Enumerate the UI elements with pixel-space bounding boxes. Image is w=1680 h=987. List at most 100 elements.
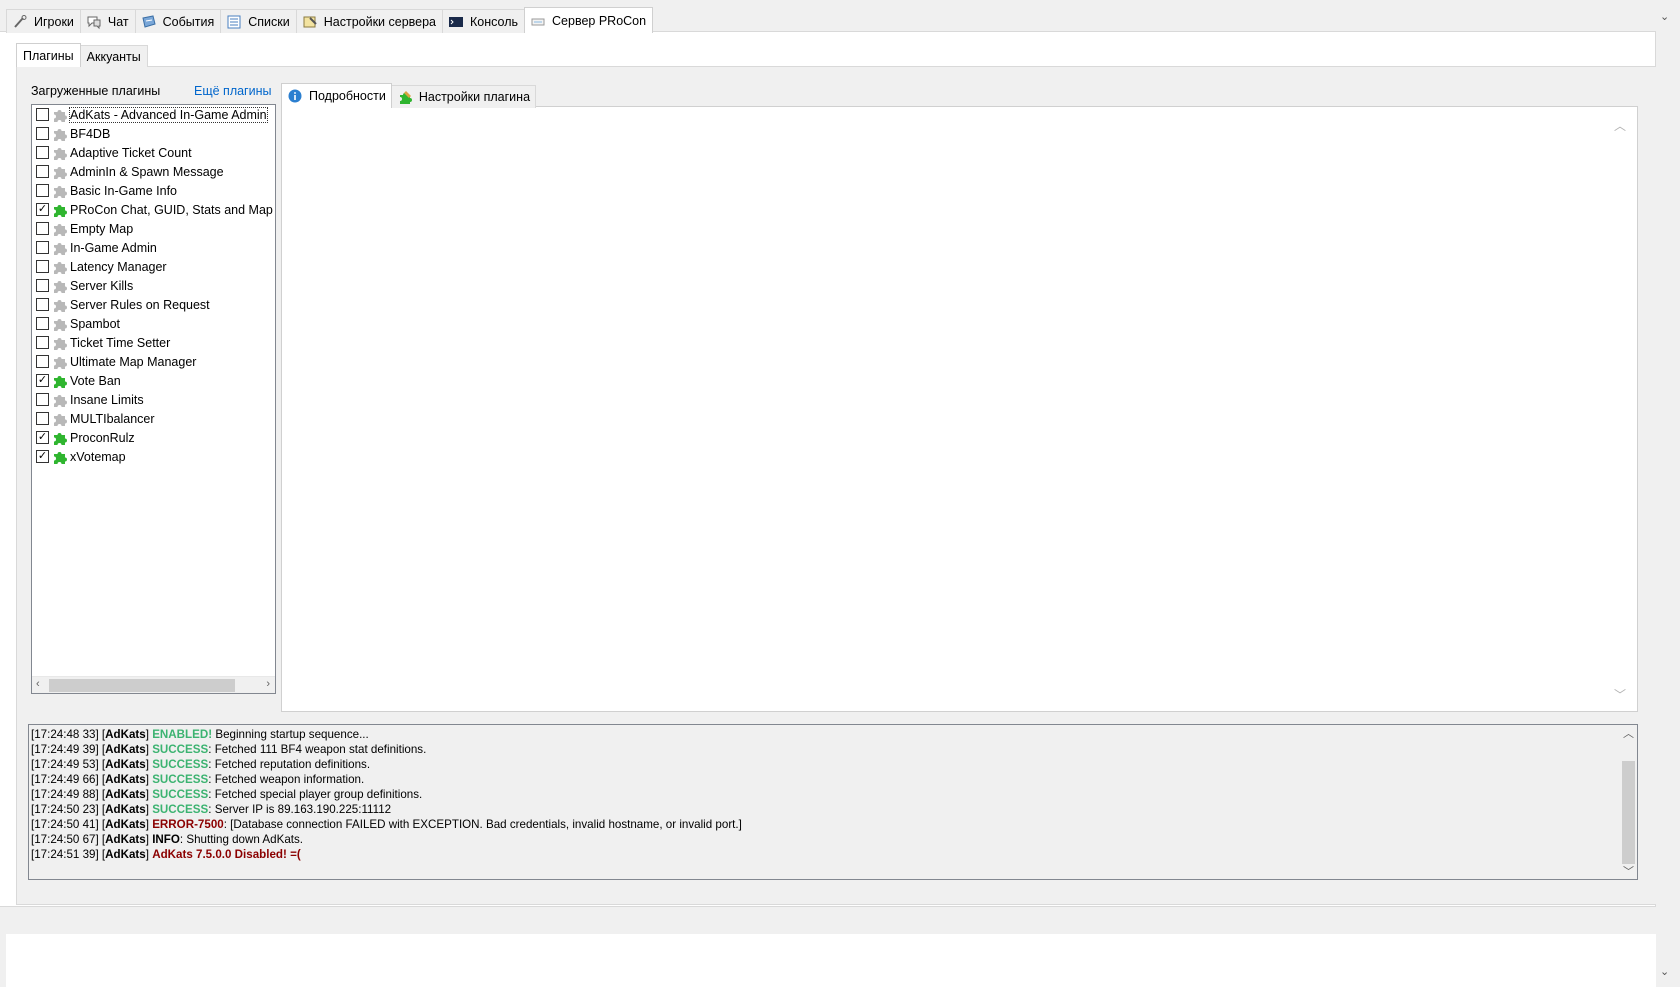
plugin-enable-checkbox[interactable]	[36, 146, 49, 159]
plugin-list-item[interactable]: Latency Manager	[32, 257, 275, 276]
plugin-label: BF4DB	[70, 126, 111, 141]
log-timestamp: [17:24:50 41]	[31, 818, 99, 831]
puzzle-icon	[52, 278, 70, 294]
events-icon	[141, 14, 157, 30]
tab-procon-server[interactable]: Сервер PRoCon	[524, 7, 654, 33]
plugin-label: MULTIbalancer	[70, 411, 155, 426]
log-source: AdKats	[105, 758, 146, 771]
plugin-enable-checkbox[interactable]: ✓	[36, 450, 49, 463]
plugin-enable-checkbox[interactable]	[36, 317, 49, 330]
scrollbar-thumb[interactable]	[49, 679, 235, 692]
plugin-enable-checkbox[interactable]: ✓	[36, 431, 49, 444]
more-plugins-link[interactable]: Ещё плагины	[194, 84, 272, 98]
puzzle-icon	[52, 221, 70, 237]
plugin-list-item[interactable]: AdKats - Advanced In-Game Admin	[32, 105, 275, 124]
log-tag: SUCCESS	[152, 743, 209, 756]
log-timestamp: [17:24:49 88]	[31, 788, 99, 801]
plugin-list-item[interactable]: Basic In-Game Info	[32, 181, 275, 200]
plugin-enable-checkbox[interactable]: ✓	[36, 203, 49, 216]
scroll-right-icon[interactable]: ›	[266, 678, 270, 690]
plugin-enable-checkbox[interactable]	[36, 412, 49, 425]
tab-player[interactable]: Игроки	[6, 9, 81, 33]
plugin-list-item[interactable]: Insane Limits	[32, 390, 275, 409]
plugin-enable-checkbox[interactable]	[36, 260, 49, 273]
lists-icon	[226, 14, 242, 30]
plugin-list[interactable]: AdKats - Advanced In-Game Admin BF4DB Adap…	[31, 104, 276, 694]
plugin-list-item[interactable]: Ultimate Map Manager	[32, 352, 275, 371]
tab-details[interactable]: Подробности	[281, 83, 392, 108]
bottom-panel	[6, 934, 1656, 987]
tab-accounts[interactable]: Аккуанты	[79, 45, 148, 67]
plugin-list-item[interactable]: ✓ Vote Ban	[32, 371, 275, 390]
chevron-up-icon[interactable]: ︿	[1623, 725, 1634, 741]
plugin-list-item[interactable]: Ticket Time Setter	[32, 333, 275, 352]
plugin-enable-checkbox[interactable]	[36, 298, 49, 311]
tab-server-settings[interactable]: Настройки сервера	[295, 9, 444, 33]
tab-lists[interactable]: Списки	[220, 9, 297, 33]
procon-server-icon	[530, 13, 546, 29]
plugin-enable-checkbox[interactable]	[36, 241, 49, 254]
plugin-label: Ticket Time Setter	[70, 335, 171, 350]
plugin-label: Basic In-Game Info	[70, 183, 177, 198]
log-tag: ERROR-7500	[152, 818, 224, 831]
plugin-list-item[interactable]: In-Game Admin	[32, 238, 275, 257]
plugin-list-item[interactable]: Server Kills	[32, 276, 275, 295]
plugin-label: Server Kills	[70, 278, 134, 293]
plugin-enable-checkbox[interactable]	[36, 393, 49, 406]
plugin-enable-checkbox[interactable]	[36, 184, 49, 197]
scroll-left-icon[interactable]: ‹	[36, 678, 40, 690]
chevron-down-icon[interactable]: ⌄	[1660, 10, 1669, 23]
log-source: AdKats	[105, 773, 146, 786]
log-message: : Fetched special player group definitio…	[208, 788, 423, 801]
plugin-list-item[interactable]: Spambot	[32, 314, 275, 333]
tab-plugin-settings[interactable]: Настройки плагина	[390, 85, 537, 108]
plugin-list-item[interactable]: Adaptive Ticket Count	[32, 143, 275, 162]
log-line: [17:24:50 23] [AdKats] SUCCESS: Server I…	[31, 802, 1617, 817]
chevron-down-icon[interactable]: ﹀	[1623, 863, 1634, 879]
log-vertical-scrollbar[interactable]: ︿ ﹀	[1620, 725, 1637, 879]
log-tag: AdKats 7.5.0.0 Disabled! =(	[152, 848, 301, 861]
log-tag: SUCCESS	[152, 773, 209, 786]
plugin-enable-checkbox[interactable]	[36, 355, 49, 368]
puzzle-icon	[52, 449, 70, 465]
plugin-list-item[interactable]: AdminIn & Spawn Message	[32, 162, 275, 181]
tab-events[interactable]: События	[134, 9, 222, 33]
plugin-list-item[interactable]: Server Rules on Request	[32, 295, 275, 314]
plugin-enable-checkbox[interactable]	[36, 222, 49, 235]
puzzle-icon	[52, 316, 70, 332]
plugin-list-item[interactable]: ✓ PRoCon Chat, GUID, Stats and Map Logger	[32, 200, 275, 219]
vertical-scrollbar[interactable]: ︿ ﹀	[1612, 113, 1629, 703]
log-timestamp: [17:24:49 39]	[31, 743, 99, 756]
plugin-enable-checkbox[interactable]	[36, 165, 49, 178]
plugin-list-item[interactable]: ✓ xVotemap	[32, 447, 275, 466]
plugin-enable-checkbox[interactable]	[36, 108, 49, 121]
plugin-list-item[interactable]: MULTIbalancer	[32, 409, 275, 428]
log-line: [17:24:49 39] [AdKats] SUCCESS: Fetched …	[31, 742, 1617, 757]
tab-plugins[interactable]: Плагины	[16, 43, 81, 67]
plugin-enable-checkbox[interactable]	[36, 279, 49, 292]
chevron-down-icon[interactable]: ﹀	[1614, 686, 1626, 703]
puzzle-icon	[52, 240, 70, 256]
plugin-enable-checkbox[interactable]: ✓	[36, 374, 49, 387]
horizontal-scrollbar[interactable]: ‹ ›	[32, 676, 275, 693]
log-message: : Fetched reputation definitions.	[208, 758, 371, 771]
plugin-list-item[interactable]: Empty Map	[32, 219, 275, 238]
plugin-label: AdKats - Advanced In-Game Admin	[69, 106, 268, 123]
tab-chat[interactable]: Чат	[79, 9, 136, 33]
tab-label: Игроки	[34, 14, 74, 29]
plugin-list-item[interactable]: ✓ ProconRulz	[32, 428, 275, 447]
server-settings-icon	[302, 14, 318, 30]
tab-console[interactable]: Консоль	[442, 9, 526, 33]
plugin-enable-checkbox[interactable]	[36, 127, 49, 140]
plugin-log-output[interactable]: [17:24:48 33] [AdKats] ENABLED! Beginnin…	[28, 724, 1638, 880]
plugin-list-item[interactable]: BF4DB	[32, 124, 275, 143]
log-message: : Fetched 111 BF4 weapon stat definition…	[208, 743, 427, 756]
scrollbar-thumb[interactable]	[1622, 761, 1635, 864]
plugin-enable-checkbox[interactable]	[36, 336, 49, 349]
loaded-plugins-label: Загруженные плагины	[31, 84, 161, 98]
tab-label: События	[162, 14, 215, 29]
chevron-up-icon[interactable]: ︿	[1614, 117, 1626, 134]
chevron-down-icon[interactable]: ⌄	[1660, 965, 1669, 978]
log-source: AdKats	[105, 728, 146, 741]
tab-label: Настройки сервера	[323, 14, 437, 29]
